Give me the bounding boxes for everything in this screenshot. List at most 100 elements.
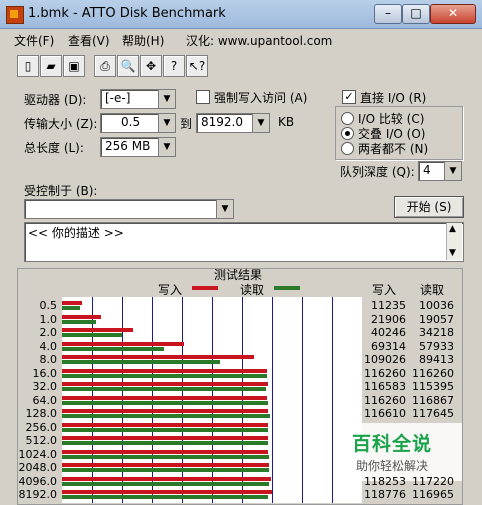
save-icon[interactable]: ▣ [63, 55, 85, 77]
transfer-size-tick: 16.0 [32, 366, 58, 380]
watermark: 百科全说 助你轻松解决 [338, 423, 462, 481]
transfer-size-tick: 256.0 [25, 420, 58, 434]
drive-value: [-e-] [105, 91, 131, 105]
transfer-size-tick: 4.0 [39, 339, 58, 353]
transfer-to-select[interactable]: 8192.0 ▼ [196, 113, 270, 133]
transfer-from-select[interactable]: 0.5 ▼ [100, 113, 176, 133]
queue-depth-select[interactable]: 4 ▼ [418, 161, 462, 181]
read-legend-swatch [274, 286, 300, 290]
neither-radio[interactable] [341, 142, 354, 155]
chart-gridline [302, 297, 303, 503]
read-speed-value: 115395 [412, 380, 454, 393]
chevron-down-icon: ▼ [158, 90, 175, 108]
chart-gridline [332, 297, 333, 503]
menu-view[interactable]: 查看(V) [68, 32, 110, 49]
read-speed-value: 116260 [412, 366, 454, 380]
read-column-header: 读取 [420, 283, 445, 297]
read-speed-value: 116965 [412, 488, 454, 501]
read-speed-value: 117220 [412, 474, 454, 488]
force-write-checkbox[interactable] [196, 90, 210, 104]
help-icon[interactable]: ? [163, 55, 185, 77]
direct-io-label: 直接 I/O (R) [360, 91, 427, 105]
chart-gridline [272, 297, 273, 503]
scroll-up-icon[interactable]: ▲ [449, 224, 456, 234]
write-bar [62, 328, 134, 332]
read-bar [62, 400, 269, 405]
force-write-label: 强制写入访问 (A) [214, 91, 308, 105]
write-bar [62, 368, 268, 373]
results-chart [62, 297, 362, 503]
context-help-icon[interactable]: ↖? [186, 55, 208, 77]
new-icon[interactable]: ▯ [17, 55, 39, 77]
read-speed-value: 89413 [419, 353, 454, 366]
move-icon[interactable]: ✥ [140, 55, 162, 77]
write-speed-value: 116260 [364, 366, 406, 380]
overlapped-io-radio[interactable] [341, 127, 354, 140]
print-icon[interactable]: ⎙ [94, 55, 116, 77]
write-bar [62, 449, 268, 454]
transfer-size-tick: 8192.0 [18, 488, 58, 501]
direct-io-checkbox[interactable]: ✓ [342, 90, 356, 104]
write-speed-value: 69314 [371, 339, 406, 353]
read-bar [62, 468, 269, 472]
transfer-size-tick: 0.5 [39, 299, 58, 312]
read-bar [62, 306, 80, 310]
to-label: 到 [180, 117, 193, 131]
maximize-button[interactable]: □ [402, 4, 430, 24]
read-bar [62, 495, 269, 499]
minimize-button[interactable]: – [374, 4, 402, 24]
start-button[interactable]: 开始 (S) [394, 196, 464, 218]
write-speed-value: 21906 [371, 312, 406, 326]
total-length-select[interactable]: 256 MB ▼ [100, 137, 176, 157]
write-bar [62, 476, 271, 481]
menu-help[interactable]: 帮助(H) [122, 32, 164, 49]
transfer-size-tick: 1.0 [39, 312, 58, 326]
watermark-title: 百科全说 [352, 433, 433, 455]
read-bar [62, 427, 269, 432]
read-bar [62, 454, 269, 459]
transfer-size-tick: 2.0 [39, 326, 58, 339]
transfer-size-label: 传输大小 (Z): [24, 117, 98, 131]
app-icon [6, 6, 24, 24]
menu-file[interactable]: 文件(F) [14, 32, 54, 49]
write-speed-value: 116610 [364, 407, 406, 420]
close-button[interactable]: ✕ [430, 4, 476, 24]
chevron-down-icon: ▼ [158, 138, 175, 156]
write-legend-label: 写入 [158, 283, 183, 297]
write-bar [62, 463, 269, 467]
write-speed-value: 116260 [364, 393, 406, 407]
write-bar [62, 436, 268, 440]
write-bar [62, 301, 82, 305]
write-bar [62, 490, 272, 494]
queue-depth-label: 队列深度 (Q): [340, 165, 415, 179]
controlled-by-label: 受控制于 (B): [24, 184, 98, 198]
controlled-by-select[interactable]: ▼ [24, 199, 234, 219]
total-length-value: 256 MB [105, 139, 151, 153]
read-bar [62, 373, 268, 378]
write-column-header: 写入 [372, 283, 397, 297]
read-bar [62, 441, 269, 445]
preview-icon[interactable]: 🔍 [117, 55, 139, 77]
write-speed-value: 118776 [364, 488, 406, 501]
chevron-down-icon: ▼ [444, 162, 461, 180]
write-bar [62, 395, 268, 400]
scroll-down-icon[interactable]: ▼ [449, 248, 456, 258]
write-legend-swatch [192, 286, 218, 290]
read-legend-label: 读取 [240, 283, 265, 297]
menu-site[interactable]: 汉化: www.upantool.com [186, 32, 332, 49]
chevron-down-icon: ▼ [158, 114, 175, 132]
transfer-size-tick: 1024.0 [18, 447, 58, 461]
description-text: << 你的描述 >> [28, 226, 124, 240]
transfer-size-tick: 2048.0 [18, 461, 58, 474]
write-speed-value: 11235 [371, 299, 406, 312]
read-bar [62, 414, 270, 418]
io-compare-radio[interactable] [341, 112, 354, 125]
read-bar [62, 481, 269, 486]
open-icon[interactable]: ▰ [40, 55, 62, 77]
transfer-to-value: 8192.0 [201, 115, 243, 129]
drive-select[interactable]: [-e-] ▼ [100, 89, 176, 109]
transfer-size-tick: 512.0 [25, 434, 58, 447]
read-speed-value: 19057 [419, 312, 454, 326]
write-bar [62, 341, 185, 346]
write-bar [62, 355, 255, 359]
